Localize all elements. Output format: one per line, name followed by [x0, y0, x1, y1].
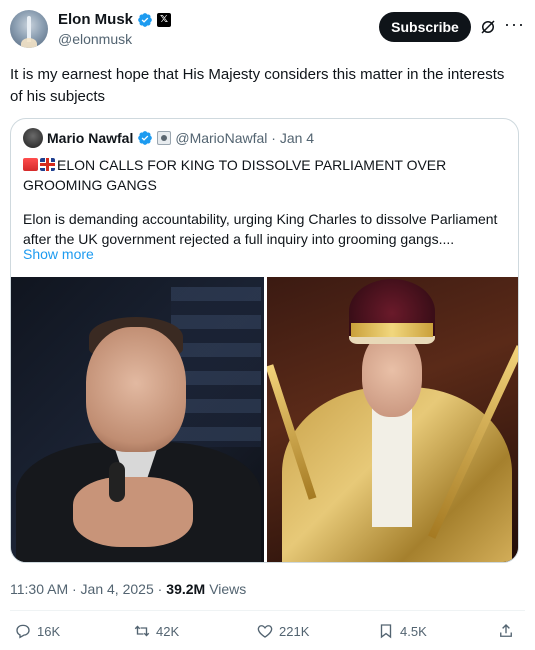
repost-icon: [134, 625, 150, 637]
repost-count: 42K: [156, 623, 180, 639]
quote-photo-elon[interactable]: [11, 277, 264, 562]
uk-flag-icon: [40, 158, 55, 171]
like-button[interactable]: 221K: [256, 622, 309, 640]
quote-headline: ELON CALLS FOR KING TO DISSOLVE PARLIAME…: [23, 155, 513, 195]
more-dots-icon[interactable]: ···: [504, 14, 525, 35]
repost-button[interactable]: 42K: [133, 622, 179, 640]
show-more-link[interactable]: Show more: [23, 246, 94, 262]
author-handle[interactable]: @elonmusk: [58, 31, 132, 47]
photo-head: [86, 327, 186, 452]
verified-badge-icon: [138, 131, 153, 145]
views-count: 39.2M: [166, 581, 206, 597]
photo-shirt: [372, 407, 412, 527]
photo-microphone: [109, 462, 125, 502]
author-name[interactable]: Elon Musk: [58, 11, 133, 28]
quote-headline-text: ELON CALLS FOR KING TO DISSOLVE PARLIAME…: [23, 157, 447, 193]
photo-face: [362, 332, 422, 417]
like-count: 221K: [279, 623, 310, 639]
share-button[interactable]: [497, 622, 515, 640]
quote-photo-king[interactable]: [267, 277, 518, 562]
quote-author-name[interactable]: Mario Nawfal: [47, 130, 133, 146]
quote-author-avatar[interactable]: [23, 128, 43, 148]
x-logo-icon[interactable]: 𝕏: [157, 12, 172, 27]
reply-count: 16K: [37, 623, 61, 639]
author-avatar[interactable]: [10, 10, 48, 48]
avatar-plume: [21, 38, 37, 48]
photo-backdrop-sign: [171, 287, 261, 447]
quote-body: Elon is demanding accountability, urging…: [23, 211, 498, 247]
bookmark-icon: [380, 624, 392, 639]
affiliate-badge-icon: [157, 131, 172, 145]
quoted-tweet[interactable]: Mario Nawfal @MarioNawfal · Jan 4 ELON C…: [10, 118, 519, 563]
bookmark-count: 4.5K: [400, 623, 427, 639]
author-name-row: Elon Musk 𝕏: [58, 11, 172, 28]
reply-button[interactable]: 16K: [14, 622, 60, 640]
verified-badge-icon[interactable]: [137, 12, 153, 28]
share-icon: [500, 624, 512, 637]
bookmark-button[interactable]: 4.5K: [377, 622, 427, 640]
tweet-text: It is my earnest hope that His Majesty c…: [10, 66, 505, 105]
tweet-header: Elon Musk 𝕏 @elonmusk Subscribe ···: [10, 10, 525, 50]
action-bar: 16K 42K 221K 4.5K: [0, 622, 535, 644]
photo-crown-band: [351, 323, 433, 337]
tweet-meta: 11:30 AM · Jan 4, 2025 · 39.2M Views: [10, 581, 246, 597]
quote-handle-date: @MarioNawfal · Jan 4: [175, 130, 315, 146]
siren-emoji-icon: [23, 158, 38, 171]
heart-icon: [257, 625, 273, 638]
divider: [10, 610, 525, 611]
grok-icon[interactable]: [479, 18, 497, 36]
quote-header: Mario Nawfal @MarioNawfal · Jan 4: [23, 128, 314, 148]
photo-hand: [73, 477, 193, 547]
subscribe-button[interactable]: Subscribe: [379, 12, 471, 42]
tweet-timestamp[interactable]: 11:30 AM · Jan 4, 2025 ·: [10, 581, 162, 597]
reply-icon: [16, 624, 30, 639]
views-label: Views: [209, 581, 247, 597]
